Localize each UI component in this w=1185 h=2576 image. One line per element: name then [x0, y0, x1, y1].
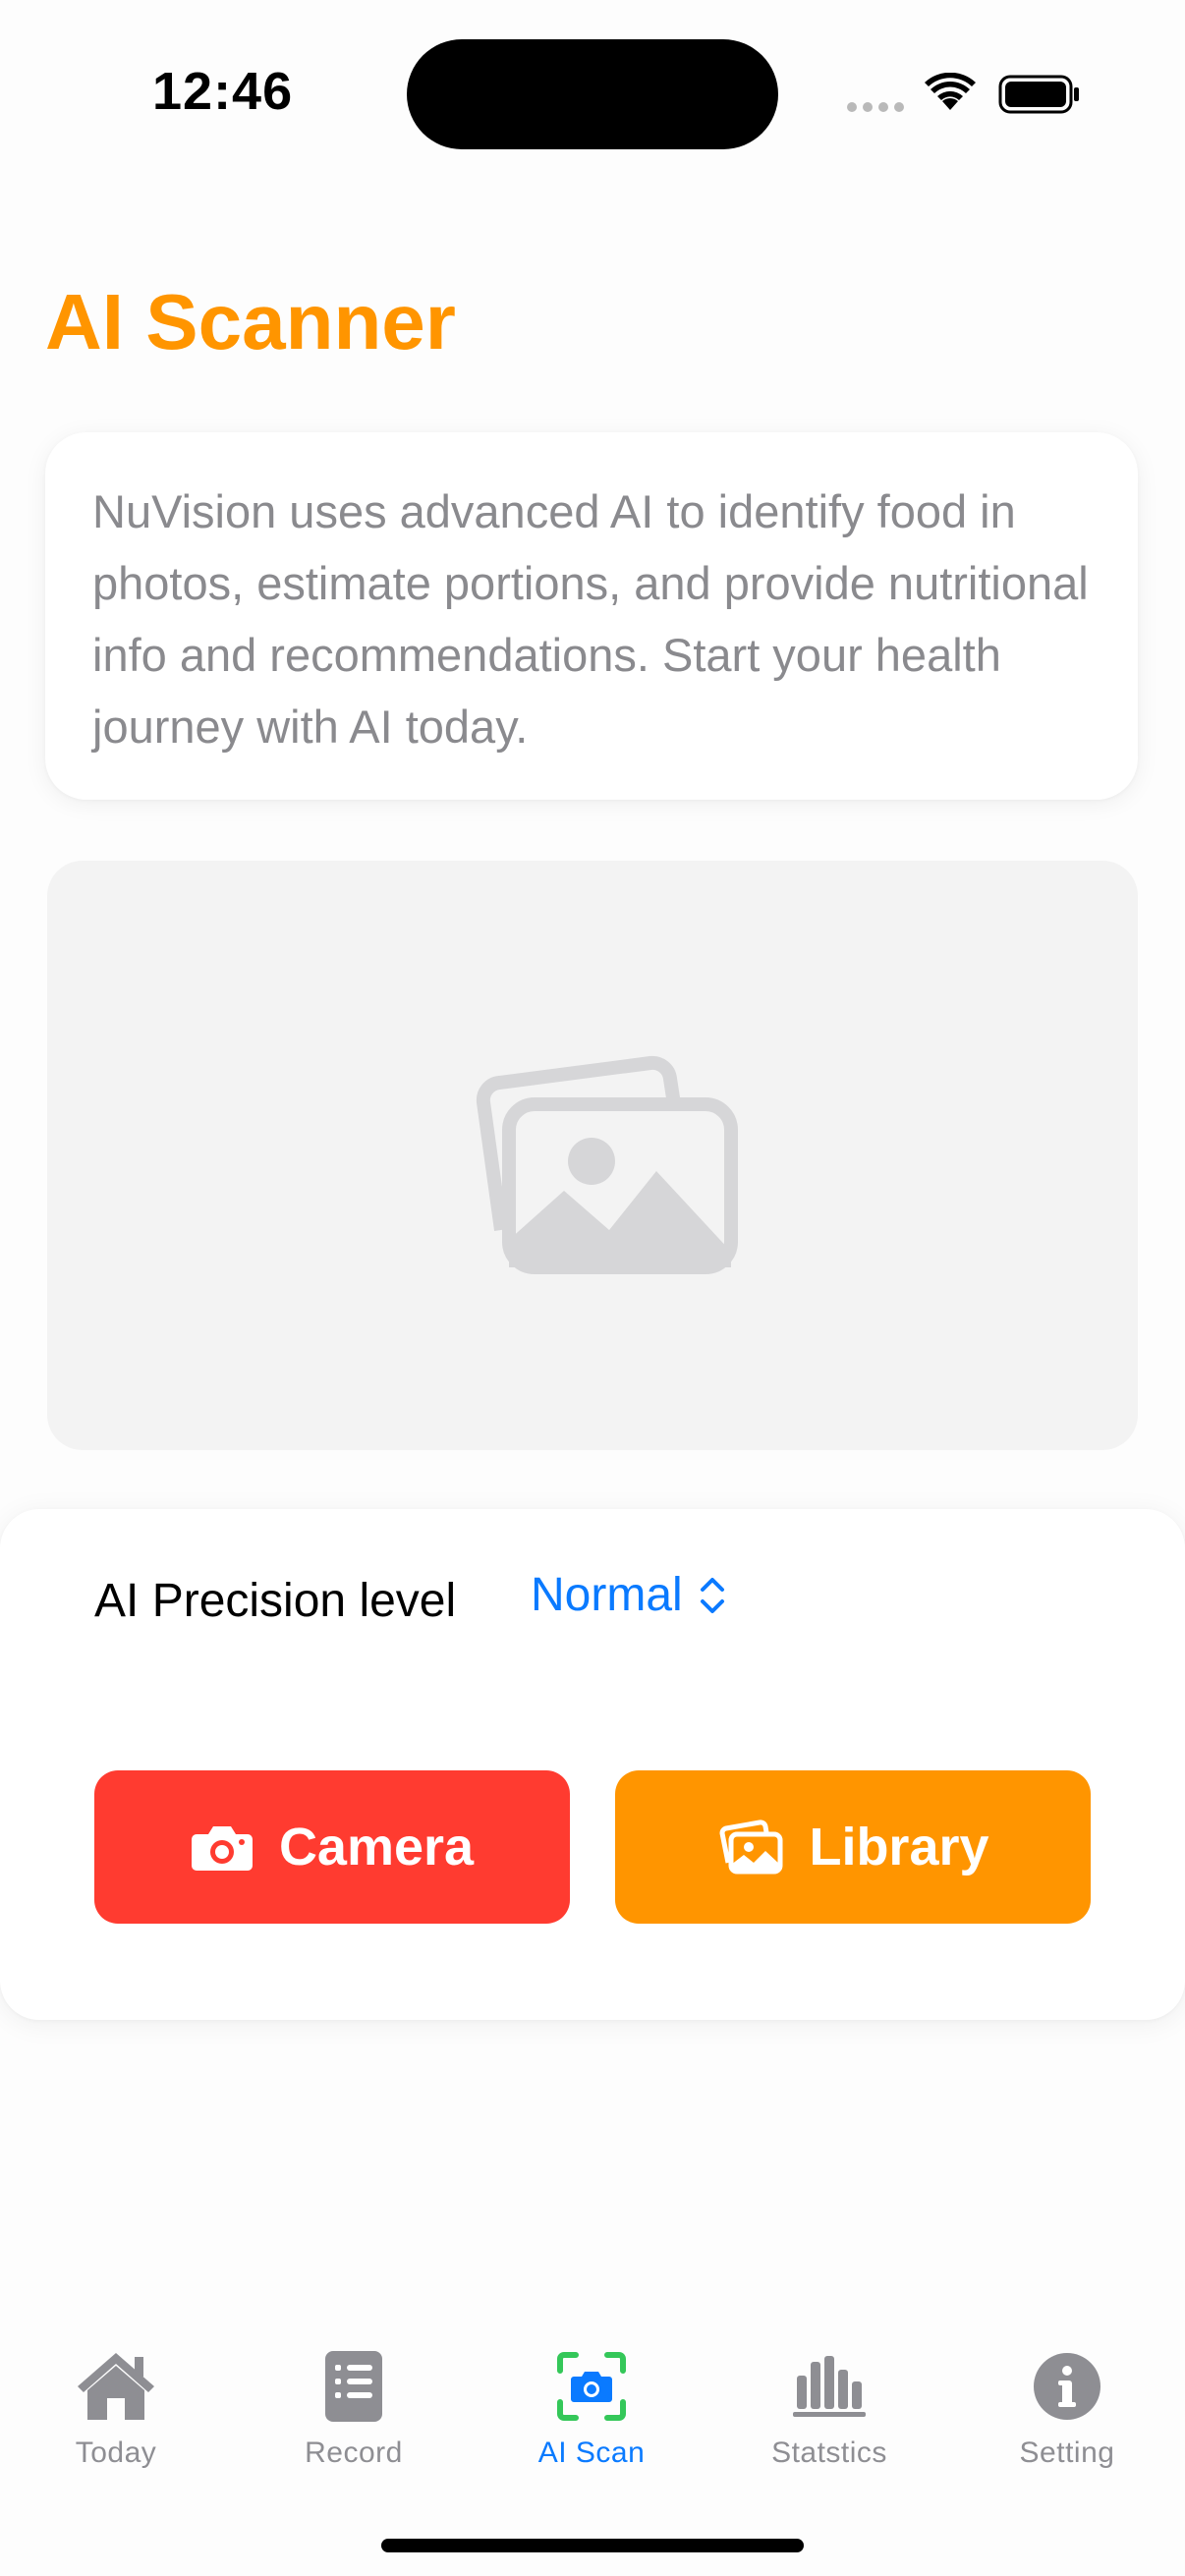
precision-value: Normal — [531, 1569, 683, 1621]
bar-chart-icon — [793, 2356, 866, 2417]
house-icon — [78, 2353, 154, 2420]
clock: 12:46 — [152, 62, 294, 121]
status-bar: 12:46 — [0, 0, 1185, 187]
camera-button[interactable]: Camera — [94, 1770, 570, 1924]
home-indicator[interactable] — [381, 2539, 804, 2552]
precision-label: AI Precision level — [94, 1575, 457, 1627]
wifi-icon — [925, 73, 976, 110]
camera-button-label: Camera — [278, 1818, 475, 1876]
precision-picker[interactable]: Normal — [531, 1568, 726, 1622]
camera-icon — [191, 1826, 253, 1871]
battery-icon — [998, 75, 1079, 114]
cellular-signal-icon — [847, 102, 904, 112]
library-button[interactable]: Library — [615, 1770, 1091, 1924]
tab-label-statistics: Statstics — [771, 2436, 887, 2469]
tab-label-today: Today — [75, 2436, 157, 2469]
info-icon — [1034, 2353, 1100, 2420]
photo-library-icon — [719, 1820, 783, 1875]
camera-scan-icon — [557, 2352, 626, 2421]
tab-setting[interactable]: Setting — [959, 2344, 1175, 2470]
tab-label-setting: Setting — [1019, 2436, 1115, 2469]
info-description: NuVision uses advanced AI to identify fo… — [92, 485, 1089, 753]
list-icon — [325, 2351, 382, 2422]
tab-label-ai-scan: AI Scan — [537, 2436, 646, 2469]
tab-record[interactable]: Record — [246, 2344, 462, 2470]
library-button-label: Library — [809, 1818, 989, 1876]
chevron-up-down-icon — [700, 1577, 724, 1613]
photo-stack-icon — [476, 1055, 738, 1274]
dynamic-island — [407, 39, 778, 149]
tab-ai-scan[interactable]: AI Scan — [483, 2344, 700, 2470]
tab-bar: Today Record AI Scan Statstics Setting — [0, 2319, 1185, 2515]
info-card: NuVision uses advanced AI to identify fo… — [45, 432, 1138, 800]
scan-controls-card: AI Precision level Normal Camera Library — [0, 1509, 1185, 2020]
tab-statistics[interactable]: Statstics — [721, 2344, 937, 2470]
tab-label-record: Record — [305, 2436, 403, 2469]
page-title: AI Scanner — [45, 278, 456, 365]
tab-today[interactable]: Today — [8, 2344, 224, 2470]
